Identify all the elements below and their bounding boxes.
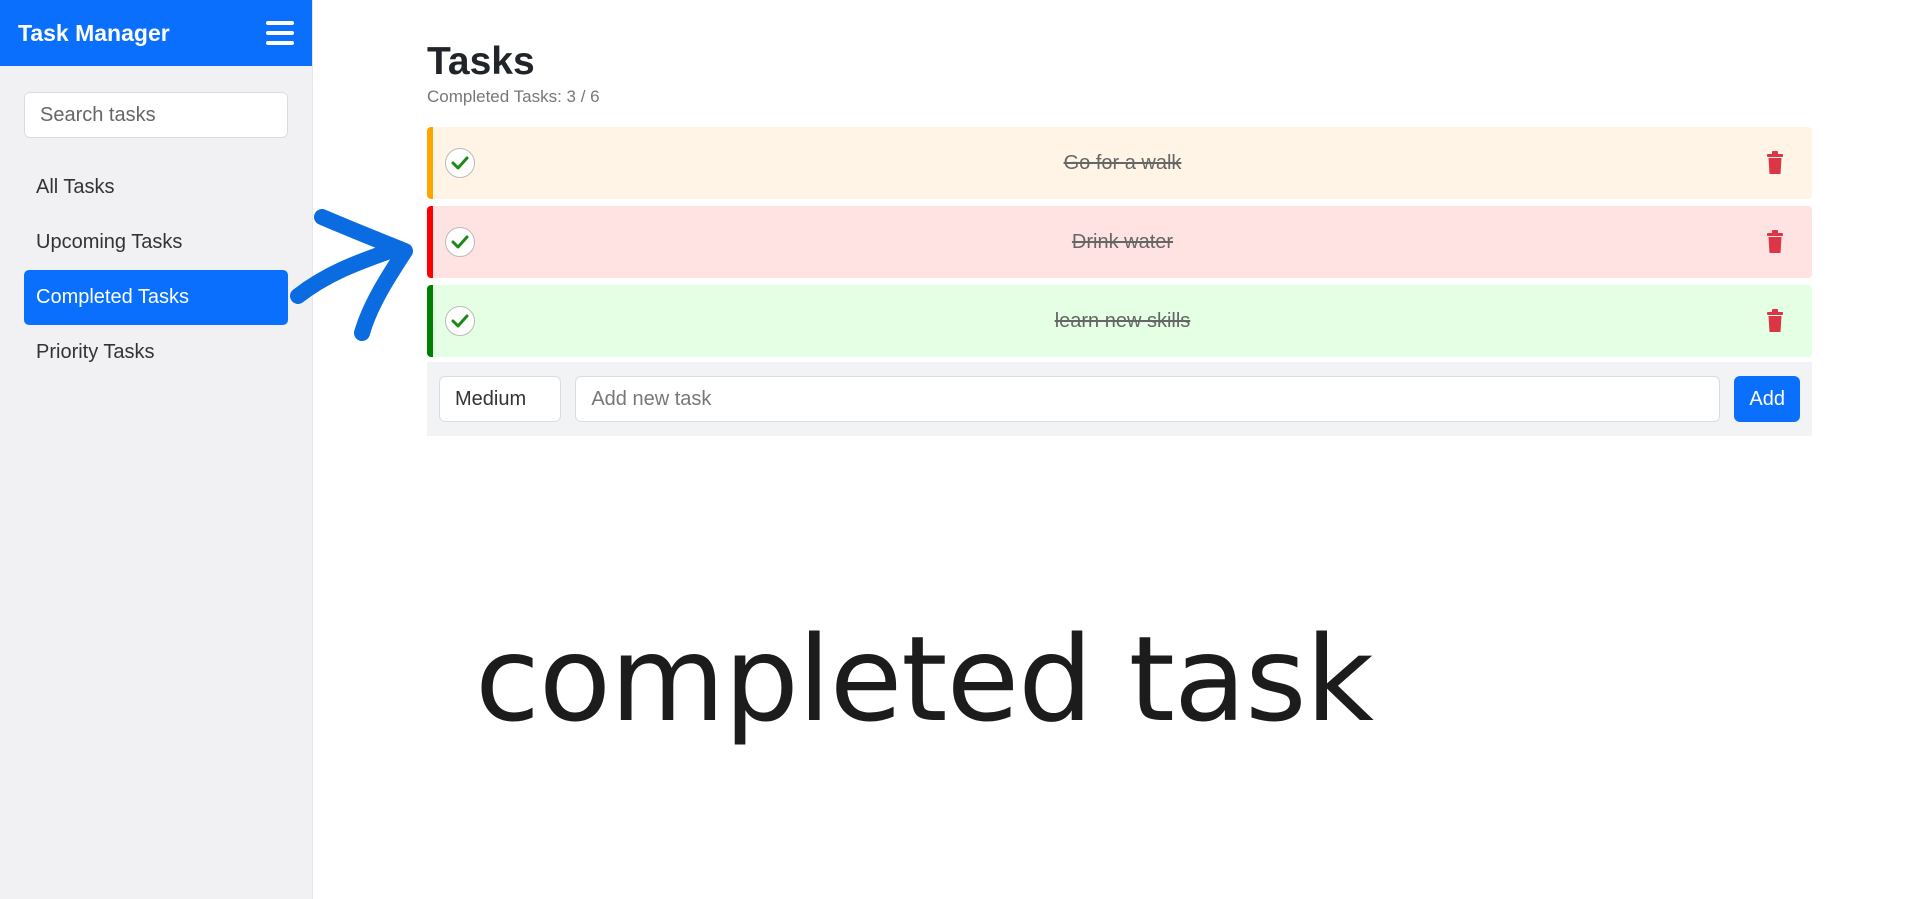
add-button[interactable]: Add [1734, 376, 1800, 422]
arrow-annotation-icon [290, 209, 413, 341]
brand-bar: Task Manager [0, 0, 312, 66]
priority-select[interactable]: Medium [439, 376, 562, 422]
sidebar-item-all-tasks[interactable]: All Tasks [24, 160, 288, 215]
sidebar-item-priority-tasks[interactable]: Priority Tasks [24, 325, 288, 380]
add-task-form: Medium Add [427, 362, 1812, 436]
main-content: Tasks Completed Tasks: 3 / 6 Go for a wa… [427, 40, 1812, 436]
new-task-input[interactable] [575, 376, 1721, 422]
task-text: learn new skills [1054, 309, 1191, 332]
trash-icon[interactable] [1766, 230, 1784, 254]
page-title: Tasks [427, 40, 535, 83]
task-text: Drink water [1071, 230, 1174, 253]
task-item: learn new skills [427, 285, 1812, 357]
sidebar-item-upcoming-tasks[interactable]: Upcoming Tasks [24, 215, 288, 270]
menu-icon[interactable] [266, 21, 294, 45]
trash-icon[interactable] [1766, 309, 1784, 333]
task-text: Go for a walk [1063, 151, 1182, 174]
sidebar-item-completed-tasks[interactable]: Completed Tasks [24, 270, 288, 325]
task-item: Drink water [427, 206, 1812, 278]
trash-icon[interactable] [1766, 151, 1784, 175]
sidebar: Task Manager All Tasks Upcoming Tasks Co… [0, 0, 313, 899]
caption-text: completed task [475, 610, 1374, 748]
arrow-stroke [290, 209, 413, 341]
search-input[interactable] [24, 92, 288, 138]
app-title: Task Manager [18, 19, 170, 46]
task-item: Go for a walk [427, 127, 1812, 199]
completed-counter: Completed Tasks: 3 / 6 [427, 87, 600, 106]
sidebar-nav: All Tasks Upcoming Tasks Completed Tasks… [24, 160, 288, 380]
